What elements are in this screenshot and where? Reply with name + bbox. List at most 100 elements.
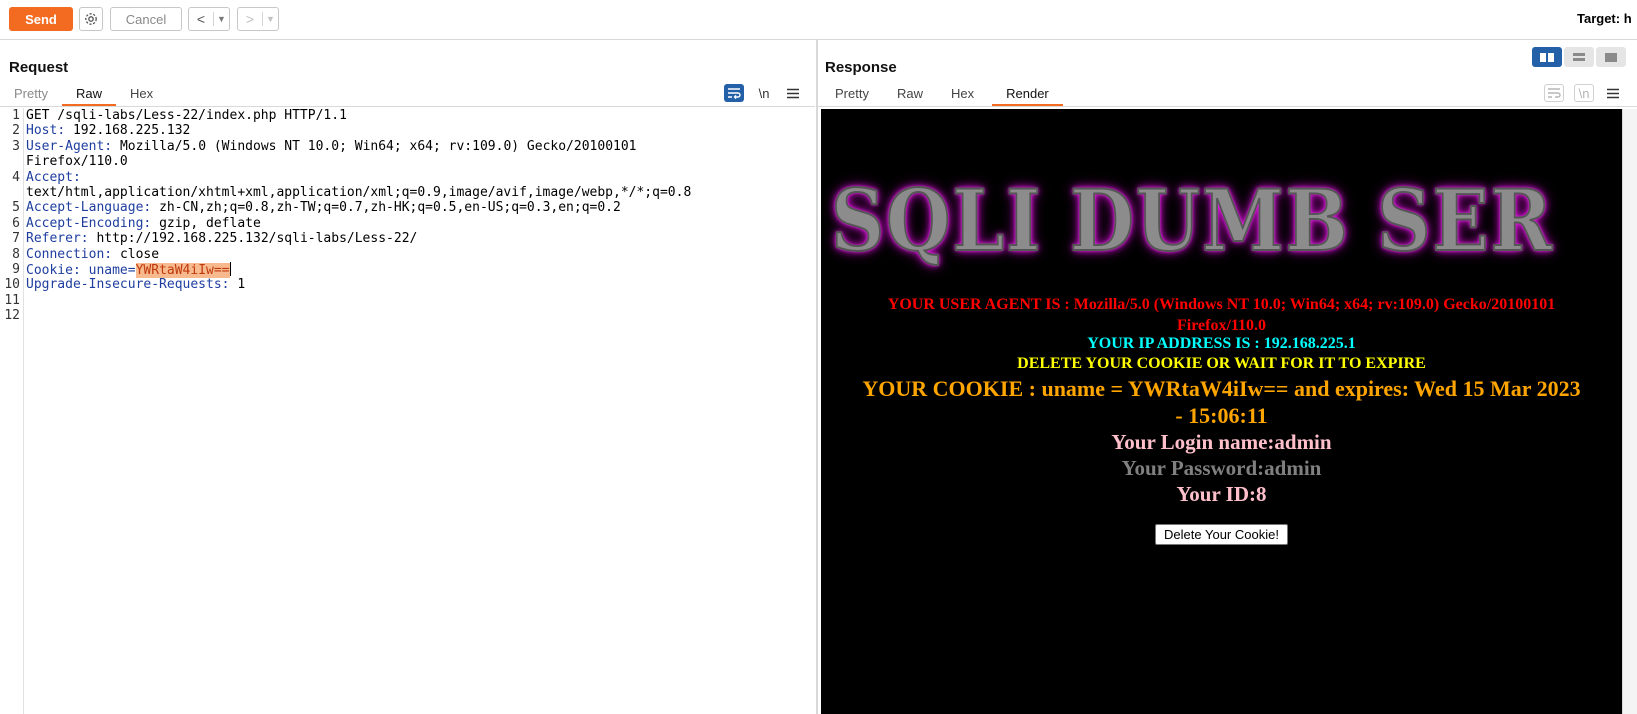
line-number-gutter [0, 108, 24, 714]
header-name: Accept-Language [26, 200, 144, 215]
selected-cookie-value[interactable]: YWRtaW4iIw== [135, 263, 230, 278]
response-tab-hex[interactable]: Hex [937, 84, 988, 106]
header-value: GET /sqli-labs/Less-22/index.php HTTP/1.… [26, 108, 347, 123]
request-line[interactable]: text/html,application/xhtml+xml,applicat… [26, 185, 691, 201]
panel-divider[interactable] [816, 40, 818, 714]
render-scrollbar[interactable] [1622, 109, 1637, 714]
layout-tabs-button[interactable] [1596, 47, 1626, 67]
response-wrap-toggle[interactable] [1544, 84, 1564, 102]
header-separator: : [104, 139, 120, 154]
rendered-response: SQLI DUMB SER YOUR USER AGENT IS : Mozil… [821, 109, 1622, 714]
request-line[interactable]: GET /sqli-labs/Less-22/index.php HTTP/1.… [26, 108, 347, 124]
request-line[interactable]: Firefox/110.0 [26, 154, 128, 170]
header-separator: : [72, 170, 81, 185]
cookie-expiry-line: - 15:06:11 [1175, 403, 1268, 428]
response-tabs: Pretty Raw Hex Render [821, 84, 1063, 106]
sqli-banner-image: SQLI DUMB SER [830, 170, 1554, 271]
request-wrap-toggle[interactable] [724, 84, 744, 102]
rows-icon [1573, 53, 1585, 61]
settings-button[interactable] [79, 7, 103, 31]
request-tabs: Pretty Raw Hex [0, 84, 167, 106]
header-separator: : [104, 247, 120, 262]
header-value: 1 [237, 277, 246, 292]
request-line[interactable]: Referer: http://192.168.225.132/sqli-lab… [26, 231, 417, 247]
line-number: 7 [12, 231, 20, 246]
header-value: close [119, 247, 160, 262]
back-button[interactable]: < ▼ [188, 7, 230, 31]
delete-cookie-button[interactable]: Delete Your Cookie! [1155, 524, 1288, 545]
toolbar: Send Cancel < ▼ > ▼ Target: h [0, 0, 1637, 40]
header-name: Referer [26, 231, 81, 246]
send-button[interactable]: Send [9, 7, 73, 31]
wrap-lines-icon [1548, 88, 1561, 98]
back-arrow-icon: < [196, 11, 206, 27]
cancel-button[interactable]: Cancel [110, 7, 182, 31]
line-number: 1 [12, 108, 20, 123]
ip-address-line: YOUR IP ADDRESS IS : 192.168.225.1 [1087, 335, 1356, 352]
forward-dropdown-icon[interactable]: ▼ [262, 12, 278, 26]
header-name: Accept [26, 170, 73, 185]
request-tab-raw[interactable]: Raw [61, 84, 116, 106]
request-newline-toggle[interactable]: \n [754, 84, 774, 102]
request-line[interactable]: Connection: close [26, 247, 159, 263]
header-name: Accept-Encoding [26, 216, 144, 231]
request-tab-pretty[interactable]: Pretty [0, 84, 62, 106]
back-dropdown-icon[interactable]: ▼ [213, 12, 229, 26]
user-agent-line: YOUR USER AGENT IS : Mozilla/5.0 (Window… [887, 296, 1556, 313]
response-tab-raw[interactable]: Raw [883, 84, 937, 106]
line-number: 12 [4, 308, 20, 323]
target-label[interactable]: Target: h [1577, 11, 1637, 26]
header-separator: : [143, 200, 160, 215]
wrap-lines-icon [728, 88, 741, 99]
line-number: 8 [12, 247, 20, 262]
line-number: 6 [12, 216, 20, 231]
layout-stacked-button[interactable] [1564, 47, 1594, 67]
response-tabs-divider [818, 106, 1637, 107]
line-number: 3 [12, 139, 20, 154]
layout-toggle [1532, 47, 1630, 67]
request-line[interactable]: Accept-Encoding: gzip, deflate [26, 216, 261, 232]
response-tab-render[interactable]: Render [992, 84, 1063, 106]
header-separator: : [143, 216, 160, 231]
login-name-line: Your Login name:admin [1111, 430, 1332, 454]
delete-cookie-notice: DELETE YOUR COOKIE OR WAIT FOR IT TO EXP… [1017, 355, 1426, 372]
request-menu-button[interactable] [783, 84, 803, 102]
hamburger-menu-icon [787, 88, 799, 98]
line-number: 10 [4, 277, 20, 292]
layout-side-by-side-button[interactable] [1532, 47, 1562, 67]
request-line[interactable]: User-Agent: Mozilla/5.0 (Windows NT 10.0… [26, 139, 637, 155]
header-name: Host [26, 123, 58, 138]
request-line[interactable]: Host: 192.168.225.132 [26, 123, 190, 139]
response-menu-button[interactable] [1603, 84, 1623, 102]
request-line[interactable]: Accept: [26, 170, 81, 186]
line-number: 2 [12, 123, 20, 138]
columns-icon [1540, 52, 1554, 62]
header-name: User-Agent [26, 139, 105, 154]
header-separator: : [80, 231, 97, 246]
header-name: Cookie [26, 263, 73, 278]
header-value: 192.168.225.132 [72, 123, 191, 138]
header-value: Firefox/110.0 [26, 154, 128, 169]
request-tab-hex[interactable]: Hex [116, 84, 167, 106]
header-name: Connection [26, 247, 105, 262]
header-value: text/html,application/xhtml+xml,applicat… [26, 185, 692, 200]
single-pane-icon [1605, 52, 1617, 62]
password-line: Your Password:admin [1121, 456, 1322, 480]
line-number: 11 [4, 293, 20, 308]
request-line[interactable]: Upgrade-Insecure-Requests: 1 [26, 277, 245, 293]
header-separator: : [72, 263, 89, 278]
user-id-line: Your ID:8 [1176, 482, 1267, 506]
request-editor[interactable]: 1 GET /sqli-labs/Less-22/index.php HTTP/1… [0, 108, 815, 714]
forward-button[interactable]: > ▼ [237, 7, 279, 31]
header-value: Mozilla/5.0 (Windows NT 10.0; Win64; x64… [119, 139, 637, 154]
header-value: zh-CN,zh;q=0.8,zh-TW;q=0.7,zh-HK;q=0.5,e… [159, 200, 621, 215]
hamburger-menu-icon [1607, 88, 1619, 98]
user-agent-line-wrap: Firefox/110.0 [1176, 317, 1267, 334]
response-newline-toggle[interactable]: \n [1574, 84, 1594, 102]
response-tab-pretty[interactable]: Pretty [821, 84, 883, 106]
line-number: 5 [12, 200, 20, 215]
request-line[interactable]: Accept-Language: zh-CN,zh;q=0.8,zh-TW;q=… [26, 200, 621, 216]
request-title: Request [9, 59, 69, 76]
cookie-line: YOUR COOKIE : uname = YWRtaW4iIw== and e… [862, 376, 1581, 401]
line-number: 9 [12, 262, 20, 277]
